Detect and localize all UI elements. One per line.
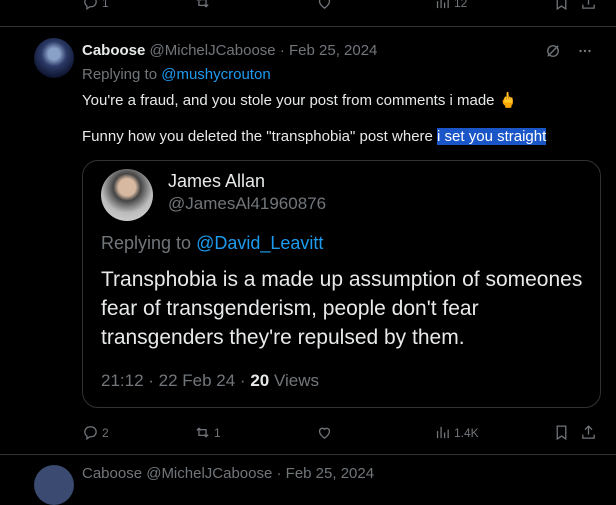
quoted-views-count: 20 <box>250 371 270 390</box>
quoted-views-label: Views <box>269 371 320 390</box>
bookmark-button[interactable] <box>553 424 570 441</box>
replying-to: Replying to @mushycrouton <box>82 66 271 83</box>
avatar[interactable] <box>34 38 74 78</box>
previous-tweet-actions: 1 12 <box>0 0 616 27</box>
repost-icon <box>196 0 209 8</box>
more-icon[interactable] <box>576 42 594 60</box>
display-name[interactable]: Caboose <box>82 42 145 59</box>
reply-icon <box>84 426 97 441</box>
quoted-text: Transphobia is a made up assumption of s… <box>101 265 600 352</box>
tweet-text-prefix: Funny how you deleted the "transphobia" … <box>82 128 438 145</box>
heart-icon <box>318 427 331 439</box>
quoted-timestamp: 21:12 · 22 Feb 24 · 20 Views <box>101 371 319 391</box>
tweet-text: You're a fraud, and you stole your post … <box>82 92 495 109</box>
views-icon <box>436 426 449 439</box>
quoted-replying-to: Replying to @David_Leavitt <box>101 233 323 254</box>
bookmark-button[interactable] <box>553 0 570 11</box>
next-tweet-header: Caboose @MichelJCaboose · Feb 25, 2024 <box>82 465 375 482</box>
handle[interactable]: @MichelJCaboose <box>150 42 276 59</box>
quoted-handle: @JamesAl41960876 <box>168 194 327 213</box>
replying-to-link[interactable]: @mushycrouton <box>161 66 270 83</box>
post-date[interactable]: Feb 25, 2024 <box>289 42 377 59</box>
share-icon <box>582 425 595 439</box>
avatar[interactable] <box>34 465 74 505</box>
next-tweet[interactable]: Caboose @MichelJCaboose · Feb 25, 2024 <box>0 454 616 505</box>
selected-text: i set you straight <box>437 128 547 145</box>
reply-count: 1 <box>102 0 109 10</box>
tweet-text-line1: You're a fraud, and you stole your post … <box>82 91 517 109</box>
tweet-corner-icons <box>544 42 594 60</box>
grok-icon[interactable] <box>544 42 562 60</box>
quoted-replying-prefix: Replying to <box>101 233 197 253</box>
quoted-display-name: James Allan <box>168 171 266 191</box>
reply-button[interactable]: 2 <box>82 424 109 441</box>
attached-image[interactable]: James Allan @JamesAl41960876 Replying to… <box>82 160 601 408</box>
heart-icon <box>318 0 331 9</box>
tweet-header: Caboose @MichelJCaboose · Feb 25, 2024 <box>82 42 377 59</box>
views-button[interactable]: 1.4K <box>434 424 479 441</box>
repost-button[interactable]: 1 <box>194 424 221 441</box>
reply-count: 2 <box>102 425 109 440</box>
replying-prefix: Replying to <box>82 66 162 83</box>
reply-icon <box>84 0 97 11</box>
repost-icon <box>196 427 209 438</box>
quoted-replying-to-link: @David_Leavitt <box>196 233 324 253</box>
repost-button[interactable] <box>194 0 211 11</box>
bookmark-icon <box>556 425 567 441</box>
like-button[interactable] <box>316 0 333 11</box>
quoted-text-line1: Transphobia is a made up assumption of s… <box>101 268 583 291</box>
bookmark-icon <box>556 0 567 11</box>
reply-button[interactable]: 1 <box>82 0 109 11</box>
like-button[interactable] <box>316 424 333 441</box>
middle-finger-emoji-icon: 🖕 <box>498 92 518 109</box>
quoted-text-line2: fear of transgenderism, people don't fea… <box>101 297 479 320</box>
views-count: 12 <box>454 0 468 10</box>
quoted-text-line3: transgenders they're repulsed by them. <box>101 326 465 349</box>
views-count: 1.4K <box>454 425 479 440</box>
share-button[interactable] <box>580 424 597 441</box>
separator: · <box>275 42 289 59</box>
share-icon <box>582 0 595 9</box>
views-icon <box>436 0 449 9</box>
views-button[interactable]: 12 <box>434 0 467 11</box>
quoted-time: 21:12 · 22 Feb 24 · <box>101 371 251 390</box>
tweet-text-line2: Funny how you deleted the "transphobia" … <box>82 128 547 145</box>
share-button[interactable] <box>580 0 597 11</box>
quoted-avatar <box>101 169 153 221</box>
repost-count: 1 <box>214 425 221 440</box>
